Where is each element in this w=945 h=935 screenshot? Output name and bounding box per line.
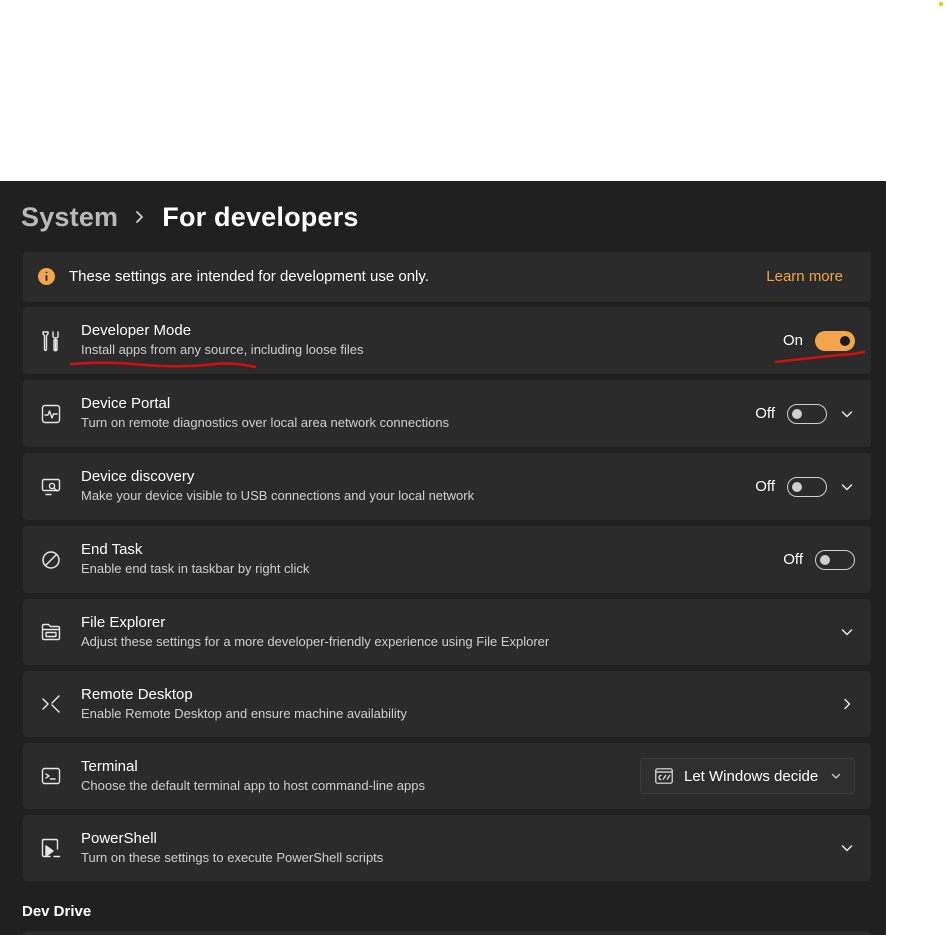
dropdown-selected-value: Let Windows decide [684, 767, 819, 785]
powershell-icon [40, 837, 62, 859]
setting-title: Device Portal [81, 395, 171, 412]
setting-title: PowerShell [81, 830, 157, 847]
toggle-state-label: Off [755, 478, 775, 495]
yellow-dot-marker [939, 2, 943, 6]
setting-title: Remote Desktop [81, 686, 193, 703]
device-discovery-toggle[interactable] [787, 476, 827, 497]
chevron-right-icon [132, 209, 148, 225]
pulse-monitor-icon [40, 403, 62, 425]
setting-end-task: End Task Enable end task in taskbar by r… [23, 526, 871, 593]
page-title: For developers [162, 201, 359, 232]
chevron-down-icon[interactable] [839, 624, 855, 640]
setting-description: Make your device visible to USB connecti… [81, 488, 475, 503]
breadcrumb: System For developers [21, 199, 359, 235]
setting-description: Install apps from any source, including … [81, 342, 364, 357]
setting-description: Choose the default terminal app to host … [81, 778, 425, 793]
end-task-toggle[interactable] [815, 549, 855, 570]
terminal-app-dropdown[interactable]: Let Windows decide [640, 758, 855, 794]
dev-drive-card-partial [23, 931, 871, 935]
screenshot-page: System For developers These settings are… [0, 0, 945, 935]
chevron-down-icon[interactable] [839, 406, 855, 422]
setting-title: File Explorer [81, 614, 166, 631]
setting-remote-desktop[interactable]: Remote Desktop Enable Remote Desktop and… [23, 671, 871, 737]
breadcrumb-system-link[interactable]: System [21, 202, 118, 233]
remote-desktop-icon [40, 693, 62, 715]
setting-description: Turn on remote diagnostics over local ar… [81, 415, 450, 430]
info-bar-text: These settings are intended for developm… [69, 268, 429, 285]
setting-description: Enable Remote Desktop and ensure machine… [81, 706, 407, 721]
setting-title: End Task [81, 541, 143, 558]
setting-developer-mode: Developer Mode Install apps from any sou… [23, 307, 871, 374]
prohibited-icon [40, 549, 62, 571]
terminal-icon [40, 765, 62, 787]
setting-description: Enable end task in taskbar by right clic… [81, 561, 310, 576]
chevron-down-icon[interactable] [839, 840, 855, 856]
setting-powershell[interactable]: PowerShell Turn on these settings to exe… [23, 815, 871, 881]
settings-window: System For developers These settings are… [0, 181, 886, 935]
device-discovery-icon [40, 476, 62, 498]
info-bar: These settings are intended for developm… [23, 252, 871, 302]
toggle-state-label: On [782, 332, 803, 349]
section-header-dev-drive: Dev Drive [22, 903, 92, 920]
developer-mode-toggle[interactable] [815, 330, 855, 351]
device-portal-toggle[interactable] [787, 403, 827, 424]
toggle-knob [792, 408, 802, 419]
chevron-right-icon[interactable] [839, 696, 855, 712]
chevron-down-icon [830, 770, 842, 782]
folder-icon [40, 621, 62, 643]
setting-title: Terminal [81, 758, 138, 775]
toggle-knob [820, 554, 830, 565]
setting-description: Turn on these settings to execute PowerS… [81, 850, 384, 865]
setting-device-discovery[interactable]: Device discovery Make your device visibl… [23, 453, 871, 520]
toggle-knob [792, 481, 802, 492]
learn-more-link[interactable]: Learn more [766, 252, 843, 302]
setting-terminal: Terminal Choose the default terminal app… [23, 743, 871, 809]
info-icon [38, 268, 55, 285]
setting-title: Developer Mode [81, 322, 192, 339]
setting-device-portal[interactable]: Device Portal Turn on remote diagnostics… [23, 380, 871, 447]
toggle-knob [840, 335, 850, 346]
setting-description: Adjust these settings for a more develop… [81, 634, 550, 649]
setting-file-explorer[interactable]: File Explorer Adjust these settings for … [23, 599, 871, 665]
developer-tools-icon [40, 330, 62, 352]
command-prompt-icon [655, 768, 673, 784]
toggle-state-label: Off [783, 551, 803, 568]
chevron-down-icon[interactable] [839, 479, 855, 495]
toggle-state-label: Off [755, 405, 775, 422]
setting-title: Device discovery [81, 468, 195, 485]
